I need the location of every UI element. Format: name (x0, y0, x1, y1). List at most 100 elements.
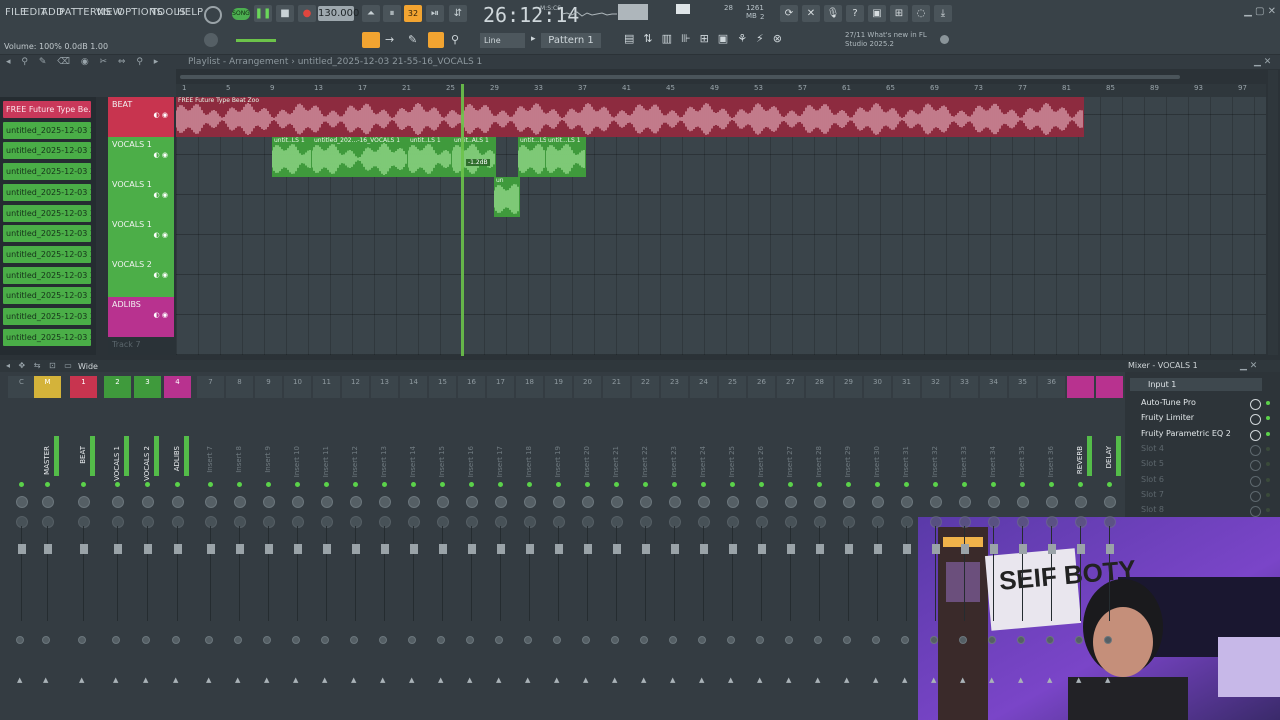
picker-item[interactable]: untitled_2025-12-03 21-... (3, 287, 91, 305)
playhead[interactable] (461, 84, 464, 356)
strip-enable-led[interactable] (208, 482, 213, 487)
route-arrow-icon[interactable]: ▲ (43, 676, 48, 684)
pan-knob[interactable] (698, 496, 710, 508)
mic-icon[interactable]: 🎙 (824, 5, 842, 22)
volume-fader[interactable] (323, 544, 331, 554)
route-knob[interactable] (640, 636, 648, 644)
volume-fader[interactable] (80, 544, 88, 554)
track-controls-icon[interactable]: ◐ ◉ (154, 191, 168, 199)
help-icon[interactable]: ? (846, 5, 864, 22)
fx-slot[interactable]: Slot 5 (1133, 457, 1253, 471)
route-knob[interactable] (263, 636, 271, 644)
stereo-knob[interactable] (1046, 516, 1058, 528)
pan-knob[interactable] (495, 496, 507, 508)
volume-fader[interactable] (758, 544, 766, 554)
volume-fader[interactable] (990, 544, 998, 554)
audio-clip[interactable]: untit..ALS 1 (452, 137, 496, 177)
route-arrow-icon[interactable]: ▲ (1018, 676, 1023, 684)
track-header[interactable]: VOCALS 1 ◐ ◉ (108, 137, 174, 177)
pan-knob[interactable] (112, 496, 124, 508)
strip-enable-led[interactable] (324, 482, 329, 487)
picker-item[interactable]: FREE Future Type Be... (3, 101, 91, 118)
volume-fader[interactable] (613, 544, 621, 554)
strip-enable-led[interactable] (730, 482, 735, 487)
stereo-knob[interactable] (1075, 516, 1087, 528)
mixer-strip[interactable]: 22 Insert 22 ▲ (632, 376, 659, 706)
route-knob[interactable] (524, 636, 532, 644)
fx-slot[interactable]: Auto-Tune Pro (1133, 396, 1253, 410)
mixer-strip[interactable]: 25 Insert 25 ▲ (719, 376, 746, 706)
pan-knob[interactable] (321, 496, 333, 508)
route-arrow-icon[interactable]: ▲ (612, 676, 617, 684)
mixer-strip[interactable]: 10 Insert 10 ▲ (284, 376, 311, 706)
strip-enable-led[interactable] (382, 482, 387, 487)
track-header[interactable]: VOCALS 2 ◐ ◉ (108, 257, 174, 297)
mixer-strip[interactable]: 2 VOCALS 1 ▲ (104, 376, 131, 706)
pan-knob[interactable] (669, 496, 681, 508)
volume-fader[interactable] (265, 544, 273, 554)
volume-fader[interactable] (1048, 544, 1056, 554)
strip-enable-led[interactable] (962, 482, 967, 487)
stereo-knob[interactable] (263, 516, 275, 528)
window-controls[interactable]: ▁ ▢ ✕ (1244, 6, 1276, 17)
mixer-strip[interactable]: M MASTER ▲ (34, 376, 61, 706)
audio-clip[interactable]: untit...LS 1 (546, 137, 586, 177)
refresh-icon[interactable]: ⟳ (780, 5, 798, 22)
track-header[interactable]: ADLIBS ◐ ◉ (108, 297, 174, 337)
pan-knob[interactable] (1075, 496, 1087, 508)
mixer-strip[interactable]: 9 Insert 9 ▲ (255, 376, 282, 706)
timeline-ruler[interactable]: 1 5 9 13 17 21 25 29 33 37 41 45 49 53 57 61 65 69 73 77 81 8… (176, 84, 1266, 97)
track-controls-icon[interactable]: ◐ ◉ (154, 231, 168, 239)
audio-clip[interactable]: untit...LS 1 (518, 137, 546, 177)
strip-enable-led[interactable] (904, 482, 909, 487)
route-arrow-icon[interactable]: ▲ (641, 676, 646, 684)
mixer-strip[interactable]: 32 Insert 32 ▲ (922, 376, 949, 706)
download-icon[interactable]: ⤓ (934, 5, 952, 22)
pan-knob[interactable] (78, 496, 90, 508)
volume-fader[interactable] (874, 544, 882, 554)
pan-knob[interactable] (466, 496, 478, 508)
pan-knob[interactable] (814, 496, 826, 508)
picker-item[interactable]: untitled_2025-12-03 21-... (3, 225, 91, 243)
volume-fader[interactable] (671, 544, 679, 554)
mixer-strip[interactable]: DELAY ▲ (1096, 376, 1123, 706)
route-arrow-icon[interactable]: ▲ (873, 676, 878, 684)
pan-knob[interactable] (142, 496, 154, 508)
route-knob[interactable] (582, 636, 590, 644)
route-arrow-icon[interactable]: ▲ (235, 676, 240, 684)
wait-icon[interactable]: ⏸ (383, 5, 401, 22)
route-knob[interactable] (1104, 636, 1112, 644)
track-header[interactable]: VOCALS 1 ◐ ◉ (108, 177, 174, 217)
strip-enable-led[interactable] (353, 482, 358, 487)
mixer-strip[interactable]: 24 Insert 24 ▲ (690, 376, 717, 706)
stereo-knob[interactable] (1017, 516, 1029, 528)
route-knob[interactable] (553, 636, 561, 644)
pan-knob[interactable] (553, 496, 565, 508)
volume-fader[interactable] (961, 544, 969, 554)
route-knob[interactable] (1046, 636, 1054, 644)
mixer-strip[interactable]: 12 Insert 12 ▲ (342, 376, 369, 706)
link-icon[interactable] (428, 32, 444, 48)
picker-item[interactable]: untitled_2025-12-03 21-... (3, 266, 91, 284)
route-arrow-icon[interactable]: ▲ (173, 676, 178, 684)
mixer-strip[interactable]: 7 Insert 7 ▲ (197, 376, 224, 706)
route-knob[interactable] (172, 636, 180, 644)
stereo-knob[interactable] (698, 516, 710, 528)
strip-enable-led[interactable] (585, 482, 590, 487)
stamp-icon[interactable]: ⚲ (451, 33, 459, 46)
strip-enable-led[interactable] (875, 482, 880, 487)
pan-knob[interactable] (901, 496, 913, 508)
stereo-knob[interactable] (466, 516, 478, 528)
mixer-strip[interactable]: 18 Insert 18 ▲ (516, 376, 543, 706)
volume-fader[interactable] (44, 544, 52, 554)
pan-knob[interactable] (611, 496, 623, 508)
stereo-knob[interactable] (172, 516, 184, 528)
mixer-strip[interactable]: 33 Insert 33 ▲ (951, 376, 978, 706)
strip-enable-led[interactable] (145, 482, 150, 487)
route-knob[interactable] (959, 636, 967, 644)
pan-knob[interactable] (582, 496, 594, 508)
strip-enable-led[interactable] (701, 482, 706, 487)
fx-slot[interactable]: Slot 6 (1133, 473, 1253, 487)
route-arrow-icon[interactable]: ▲ (1047, 676, 1052, 684)
pan-knob[interactable] (756, 496, 768, 508)
